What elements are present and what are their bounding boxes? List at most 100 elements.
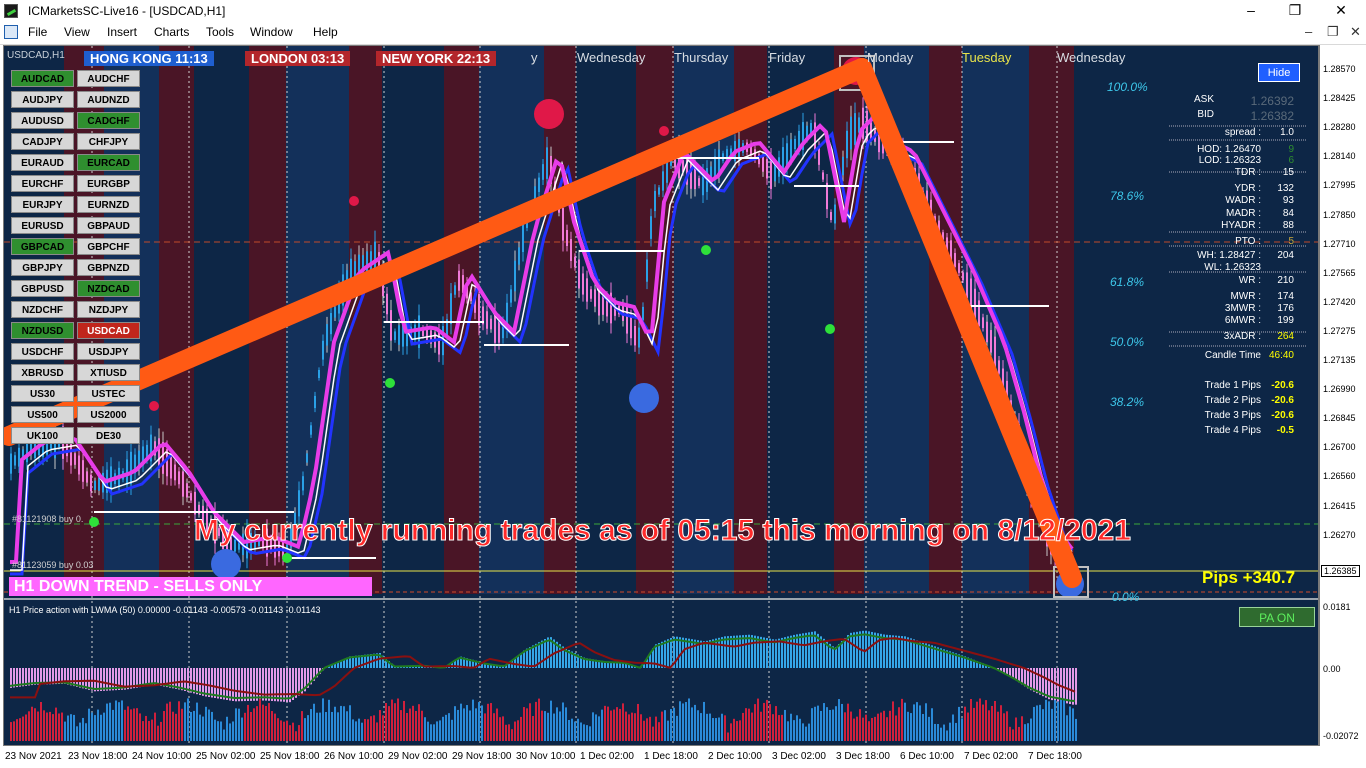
price-axis[interactable]: 1.28570 1.28425 1.28280 1.28140 1.27995 1.278… xyxy=(1319,45,1366,746)
symbol-button-eurcad[interactable]: EURCAD xyxy=(77,154,140,171)
volume-bar xyxy=(937,724,939,741)
candle-body xyxy=(458,270,460,291)
indicator-bar xyxy=(772,639,774,668)
volume-bar xyxy=(199,714,201,741)
volume-bar xyxy=(292,722,294,741)
symbol-button-eurjpy[interactable]: EURJPY xyxy=(11,196,74,213)
candle-body xyxy=(486,311,488,329)
symbol-button-audcad[interactable]: AUDCAD xyxy=(11,70,74,87)
symbol-button-usdcad[interactable]: USDCAD xyxy=(77,322,140,339)
volume-bar xyxy=(802,723,804,741)
symbol-button-chfjpy[interactable]: CHFJPY xyxy=(77,133,140,150)
symbol-button-gbpusd[interactable]: GBPUSD xyxy=(11,280,74,297)
time-axis-label: 29 Nov 02:00 xyxy=(388,751,448,762)
menu-window[interactable]: Window xyxy=(250,25,293,39)
symbol-button-usdchf[interactable]: USDCHF xyxy=(11,343,74,360)
volume-bar xyxy=(661,711,663,741)
volume-bar xyxy=(307,715,309,741)
symbol-button-uk100[interactable]: UK100 xyxy=(11,427,74,444)
candle-body xyxy=(478,294,480,326)
symbol-button-usdjpy[interactable]: USDJPY xyxy=(77,343,140,360)
symbol-button-eurusd[interactable]: EURUSD xyxy=(11,217,74,234)
symbol-button-gbpnzd[interactable]: GBPNZD xyxy=(77,259,140,276)
symbol-button-gbpcad[interactable]: GBPCAD xyxy=(11,238,74,255)
hide-button[interactable]: Hide xyxy=(1258,63,1300,82)
symbol-button-euraud[interactable]: EURAUD xyxy=(11,154,74,171)
symbol-button-audusd[interactable]: AUDUSD xyxy=(11,112,74,129)
symbol-button-nzdjpy[interactable]: NZDJPY xyxy=(77,301,140,318)
chart-restore-icon[interactable]: ❐ xyxy=(1327,24,1339,40)
volume-bar xyxy=(658,722,660,741)
volume-bar xyxy=(28,711,30,741)
volume-bar xyxy=(700,713,702,741)
volume-bar xyxy=(1021,716,1023,741)
symbol-button-gbpaud[interactable]: GBPAUD xyxy=(77,217,140,234)
symbol-button-nzdusd[interactable]: NZDUSD xyxy=(11,322,74,339)
symbol-button-us2000[interactable]: US2000 xyxy=(77,406,140,423)
symbol-button-nzdchf[interactable]: NZDCHF xyxy=(11,301,74,318)
volume-bar xyxy=(46,712,48,741)
symbol-button-cadjpy[interactable]: CADJPY xyxy=(11,133,74,150)
menu-charts[interactable]: Charts xyxy=(154,25,189,39)
pa-on-button[interactable]: PA ON xyxy=(1239,607,1315,627)
document-icon[interactable] xyxy=(4,25,18,39)
symbol-button-audjpy[interactable]: AUDJPY xyxy=(11,91,74,108)
volume-bar xyxy=(190,711,192,741)
chart-minimize-icon[interactable]: – xyxy=(1305,24,1312,39)
indicator-bar xyxy=(91,668,93,691)
indicator-bar xyxy=(1039,668,1041,695)
indicator-bar xyxy=(106,668,108,691)
volume-bar xyxy=(697,710,699,741)
symbol-button-audchf[interactable]: AUDCHF xyxy=(77,70,140,87)
volume-bar xyxy=(88,708,90,741)
time-axis-label: 25 Nov 18:00 xyxy=(260,751,320,762)
indicator-bar xyxy=(277,668,279,702)
volume-bar xyxy=(985,700,987,741)
day-label: Thursday xyxy=(674,50,729,65)
indicator-bar xyxy=(187,668,189,692)
menu-view[interactable]: View xyxy=(64,25,90,39)
volume-bar xyxy=(919,705,921,741)
menu-help[interactable]: Help xyxy=(313,25,338,39)
symbol-button-eurnzd[interactable]: EURNZD xyxy=(77,196,140,213)
volume-bar xyxy=(676,715,678,741)
price-axis-label: 1.28570 xyxy=(1323,64,1356,74)
symbol-button-gbpjpy[interactable]: GBPJPY xyxy=(11,259,74,276)
volume-bar xyxy=(886,717,888,741)
candle-body xyxy=(322,340,324,360)
symbol-button-us30[interactable]: US30 xyxy=(11,385,74,402)
symbol-button-eurchf[interactable]: EURCHF xyxy=(11,175,74,192)
indicator-bar xyxy=(112,668,114,691)
menu-file[interactable]: File xyxy=(28,25,47,39)
restore-button[interactable]: ❐ xyxy=(1284,2,1306,19)
time-axis-label: 25 Nov 02:00 xyxy=(196,751,256,762)
candle-body xyxy=(538,177,540,193)
symbol-button-nzdcad[interactable]: NZDCAD xyxy=(77,280,140,297)
volume-bar xyxy=(70,714,72,741)
symbol-button-de30[interactable]: DE30 xyxy=(77,427,140,444)
volume-bar xyxy=(847,703,849,741)
symbol-button-us500[interactable]: US500 xyxy=(11,406,74,423)
close-button[interactable]: ✕ xyxy=(1330,2,1352,19)
volume-bar xyxy=(838,699,840,741)
symbol-button-xtiusd[interactable]: XTIUSD xyxy=(77,364,140,381)
symbol-button-ustec[interactable]: USTEC xyxy=(77,385,140,402)
indicator-bar xyxy=(199,668,201,695)
volume-bar xyxy=(232,721,234,741)
time-axis[interactable]: 23 Nov 2021 23 Nov 18:00 24 Nov 10:00 25 No… xyxy=(0,746,1366,768)
volume-bar xyxy=(1057,701,1059,741)
symbol-button-audnzd[interactable]: AUDNZD xyxy=(77,91,140,108)
menu-insert[interactable]: Insert xyxy=(107,25,137,39)
symbol-button-cadchf[interactable]: CADCHF xyxy=(77,112,140,129)
symbol-button-gbpchf[interactable]: GBPCHF xyxy=(77,238,140,255)
chart-close-icon[interactable]: ✕ xyxy=(1350,24,1361,40)
minimize-button[interactable]: – xyxy=(1240,2,1262,18)
candle-body xyxy=(694,166,696,190)
volume-bar xyxy=(673,707,675,741)
chart-window[interactable]: USDCAD,H1 HONG KONG 11:13 LONDON 03:13 N… xyxy=(3,45,1319,746)
volume-bar xyxy=(955,722,957,741)
indicator-bar xyxy=(154,668,156,685)
symbol-button-xbrusd[interactable]: XBRUSD xyxy=(11,364,74,381)
menu-tools[interactable]: Tools xyxy=(206,25,234,39)
symbol-button-eurgbp[interactable]: EURGBP xyxy=(77,175,140,192)
